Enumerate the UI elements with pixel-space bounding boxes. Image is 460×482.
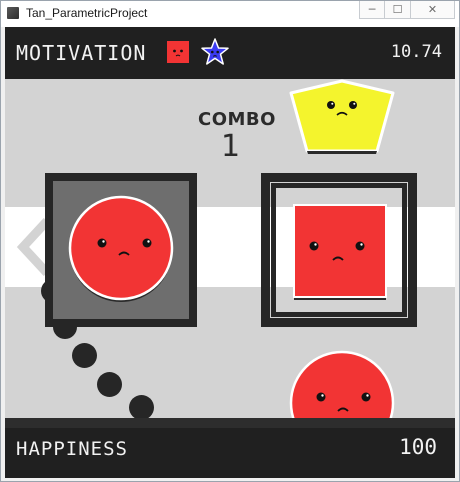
- trail-dot: [97, 372, 122, 397]
- sad-yellow-pentagon[interactable]: [283, 77, 401, 155]
- trail-dot: [72, 343, 97, 368]
- maximize-button[interactable]: ☐: [385, 1, 411, 19]
- close-button[interactable]: ✕: [411, 1, 455, 19]
- combo-label: COMBO: [198, 109, 276, 130]
- happiness-value: 100: [399, 435, 437, 459]
- happiness-label: HAPPINESS: [16, 438, 128, 460]
- game-canvas[interactable]: MOTIVATION 10.74 COMBO 1 HAPPINESS 100: [5, 27, 455, 478]
- trail-dot: [129, 395, 154, 420]
- app-window: Tan_ParametricProject ─ ☐ ✕ MOTIVATION 1…: [0, 0, 460, 482]
- app-icon: [7, 7, 19, 19]
- sad-blue-star-icon: [201, 38, 229, 65]
- sad-red-square[interactable]: [289, 203, 391, 305]
- minimize-button[interactable]: ─: [359, 1, 385, 19]
- title-bar[interactable]: Tan_ParametricProject ─ ☐ ✕: [1, 1, 459, 27]
- combo-value: 1: [221, 129, 241, 164]
- happiness-bar-edge: [5, 418, 455, 428]
- motivation-label: MOTIVATION: [16, 41, 147, 65]
- motivation-value: 10.74: [390, 42, 442, 62]
- window-title: Tan_ParametricProject: [26, 6, 148, 20]
- sad-red-circle[interactable]: [67, 195, 175, 303]
- window-controls: ─ ☐ ✕: [359, 1, 455, 19]
- sad-red-square-icon: [167, 41, 189, 63]
